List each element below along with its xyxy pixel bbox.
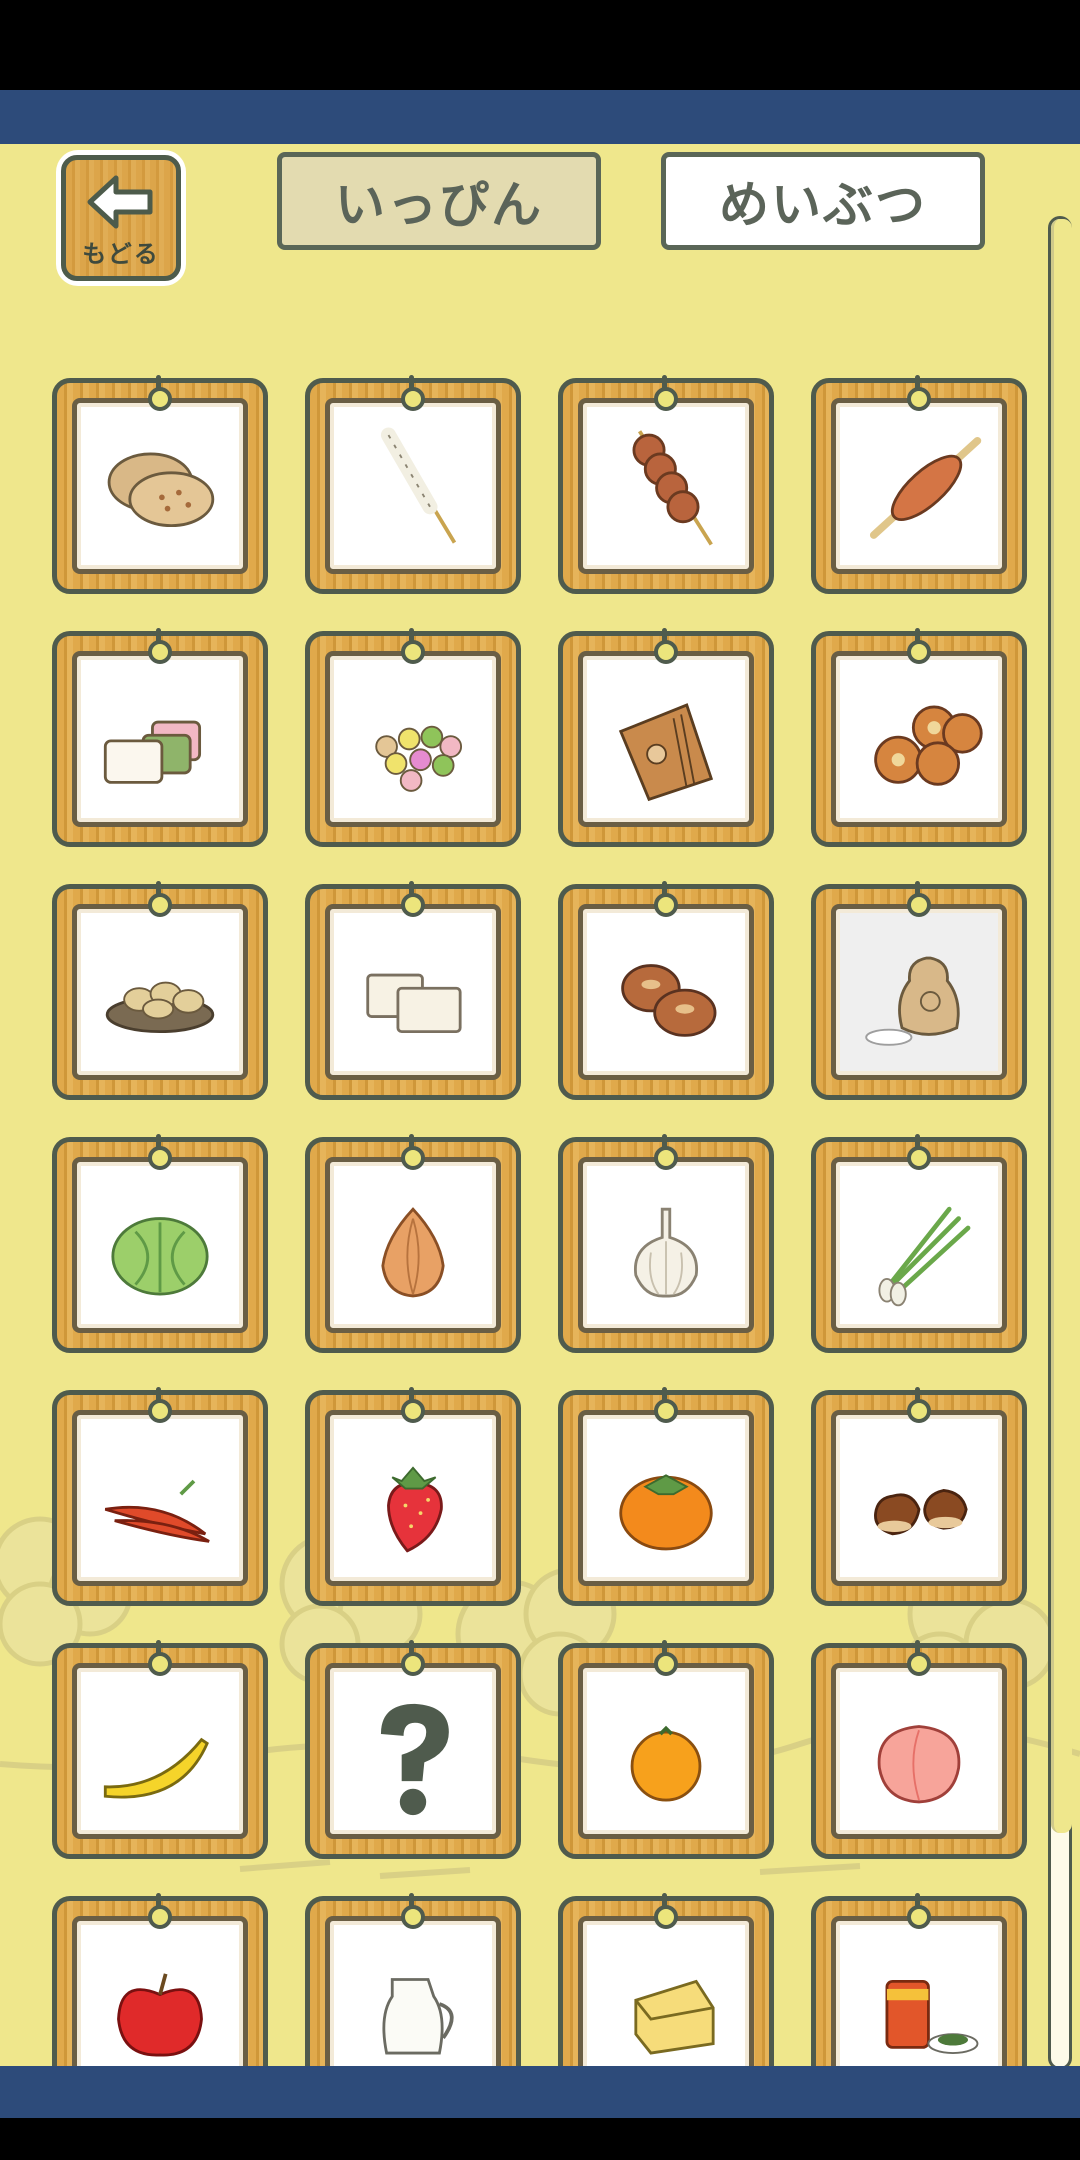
item-card[interactable] (305, 375, 521, 594)
item-card[interactable] (558, 628, 774, 847)
item-card[interactable] (558, 1893, 774, 2066)
hook-ring-icon (401, 1146, 425, 1170)
cabbage-icon (111, 1217, 209, 1296)
hook-ring-icon (907, 1399, 931, 1423)
tofu-blocks-icon (366, 973, 462, 1034)
hook-ring-icon (148, 1146, 172, 1170)
colorful-candy-balls-icon (375, 725, 463, 792)
hook-ring-icon (907, 1652, 931, 1676)
collection-screen: もどる いっぴん めいぶつ (0, 144, 1080, 2066)
navigation-bar (0, 2118, 1080, 2160)
garlic-icon (633, 1207, 699, 1298)
item-card[interactable] (811, 881, 1027, 1100)
back-label: もどる (82, 240, 160, 268)
hook-ring-icon (148, 640, 172, 664)
back-button[interactable]: もどる (56, 150, 186, 286)
item-card[interactable] (558, 881, 774, 1100)
grilled-mochi-skewer-icon (869, 436, 982, 539)
persimmon-icon (619, 1474, 713, 1551)
item-card[interactable] (558, 375, 774, 594)
onion-icon (381, 1207, 445, 1298)
item-card[interactable] (305, 1893, 521, 2066)
hook-ring-icon (148, 1905, 172, 1929)
bottom-band (0, 2066, 1080, 2118)
item-card[interactable] (305, 628, 521, 847)
steamed-buns-icon (874, 705, 983, 786)
hook-ring-icon (148, 893, 172, 917)
layered-sweets-icon (103, 720, 202, 784)
hook-ring-icon (148, 387, 172, 411)
hook-ring-icon (401, 1652, 425, 1676)
item-card[interactable] (558, 1640, 774, 1859)
item-card[interactable] (52, 881, 268, 1100)
tab-ippin[interactable]: いっぴん (277, 152, 601, 250)
candy-stick-icon (380, 427, 457, 544)
item-card[interactable] (811, 1893, 1027, 2066)
hook-ring-icon (148, 1652, 172, 1676)
hook-ring-icon (401, 387, 425, 411)
green-onion-icon (878, 1206, 971, 1307)
item-card[interactable] (52, 628, 268, 847)
rice-bag-icon (865, 956, 960, 1046)
red-peppers-icon (104, 1479, 210, 1543)
hook-ring-icon (401, 893, 425, 917)
tea-canister-icon (885, 1979, 979, 2054)
item-card[interactable] (811, 1387, 1027, 1606)
tab-meibutsu[interactable]: めいぶつ (661, 152, 985, 250)
hook-ring-icon (907, 1146, 931, 1170)
item-card[interactable] (52, 1134, 268, 1353)
hook-ring-icon (401, 640, 425, 664)
item-card[interactable] (811, 1134, 1027, 1353)
item-card[interactable] (305, 1640, 521, 1859)
hook-ring-icon (907, 1905, 931, 1929)
top-band (0, 90, 1080, 144)
item-card[interactable] (52, 375, 268, 594)
item-card[interactable] (305, 1134, 521, 1353)
hook-ring-icon (654, 387, 678, 411)
hook-ring-icon (148, 1399, 172, 1423)
item-card[interactable] (811, 628, 1027, 847)
item-card[interactable] (52, 1893, 268, 2066)
strawberry-icon (387, 1466, 443, 1553)
manju-buns-icon (621, 964, 717, 1037)
item-card[interactable] (811, 375, 1027, 594)
hook-ring-icon (654, 1399, 678, 1423)
item-card[interactable] (52, 1387, 268, 1606)
peach-icon (877, 1725, 961, 1804)
hook-ring-icon (654, 1652, 678, 1676)
back-button-face: もどる (61, 155, 181, 281)
hook-ring-icon (401, 1399, 425, 1423)
mandarin-orange-icon (630, 1725, 702, 1802)
item-card[interactable] (558, 1387, 774, 1606)
rice-cracker-icon (107, 452, 215, 528)
banana-icon (103, 1737, 209, 1799)
senbei-packet-icon (618, 703, 714, 802)
milk-pitcher-icon (382, 1978, 454, 2055)
cheese-icon (634, 1979, 715, 2055)
item-card[interactable] (52, 1640, 268, 1859)
item-card[interactable] (558, 1134, 774, 1353)
scrollbar-thumb[interactable] (1051, 219, 1072, 1833)
arrow-left-icon (87, 175, 153, 229)
hook-ring-icon (907, 893, 931, 917)
hook-ring-icon (401, 1905, 425, 1929)
item-card[interactable] (305, 1387, 521, 1606)
apple-icon (117, 1973, 203, 2057)
dango-skewer-icon (632, 430, 713, 546)
unknown-question-icon (380, 1703, 449, 1816)
hook-ring-icon (654, 893, 678, 917)
status-bar (0, 0, 1080, 90)
item-card[interactable] (811, 1640, 1027, 1859)
item-card[interactable] (305, 881, 521, 1100)
snack-plate-icon (105, 981, 215, 1034)
hook-ring-icon (907, 387, 931, 411)
hook-ring-icon (907, 640, 931, 664)
chestnuts-icon (874, 1489, 968, 1536)
hook-ring-icon (654, 1146, 678, 1170)
hook-ring-icon (654, 1905, 678, 1929)
hook-ring-icon (654, 640, 678, 664)
